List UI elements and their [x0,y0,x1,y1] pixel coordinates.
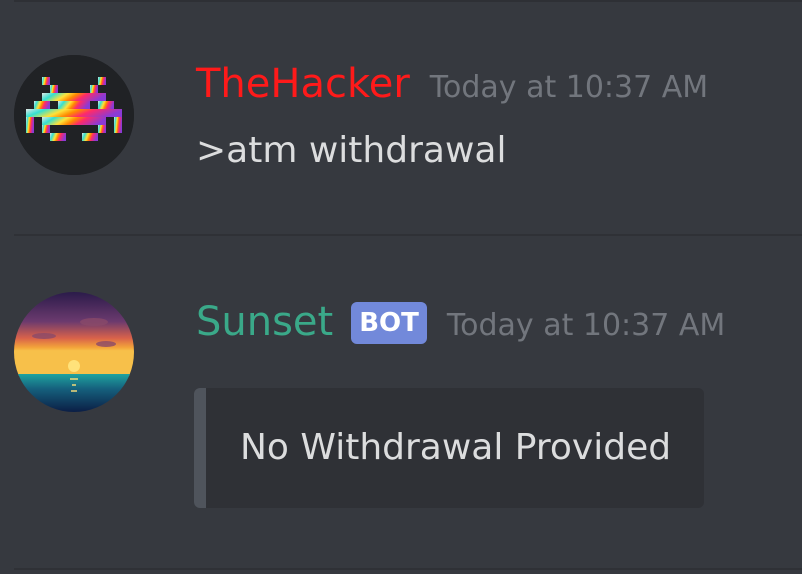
message-thehacker: TheHacker Today at 10:37 AM >atm withdra… [0,0,802,236]
embed-description: No Withdrawal Provided [240,427,672,468]
avatar-thehacker[interactable] [14,55,134,175]
message-divider [14,568,802,570]
message-header: Sunset BOT Today at 10:37 AM [196,294,725,350]
message-embed: No Withdrawal Provided [194,388,704,508]
timestamp: Today at 10:37 AM [446,308,726,343]
avatar-sunset[interactable] [14,292,134,412]
chat-messages: TheHacker Today at 10:37 AM >atm withdra… [0,0,802,574]
space-invader-icon [14,55,134,175]
timestamp: Today at 10:37 AM [429,70,709,105]
message-content: >atm withdrawal [196,130,507,171]
username[interactable]: TheHacker [196,56,410,112]
message-divider [14,234,802,236]
message-sunset: Sunset BOT Today at 10:37 AM No Withdraw… [0,238,802,568]
embed-color-bar [194,388,206,508]
bot-badge: BOT [351,302,427,344]
sunset-icon [14,292,134,412]
username[interactable]: Sunset [196,294,333,350]
message-header: TheHacker Today at 10:37 AM [196,56,708,112]
